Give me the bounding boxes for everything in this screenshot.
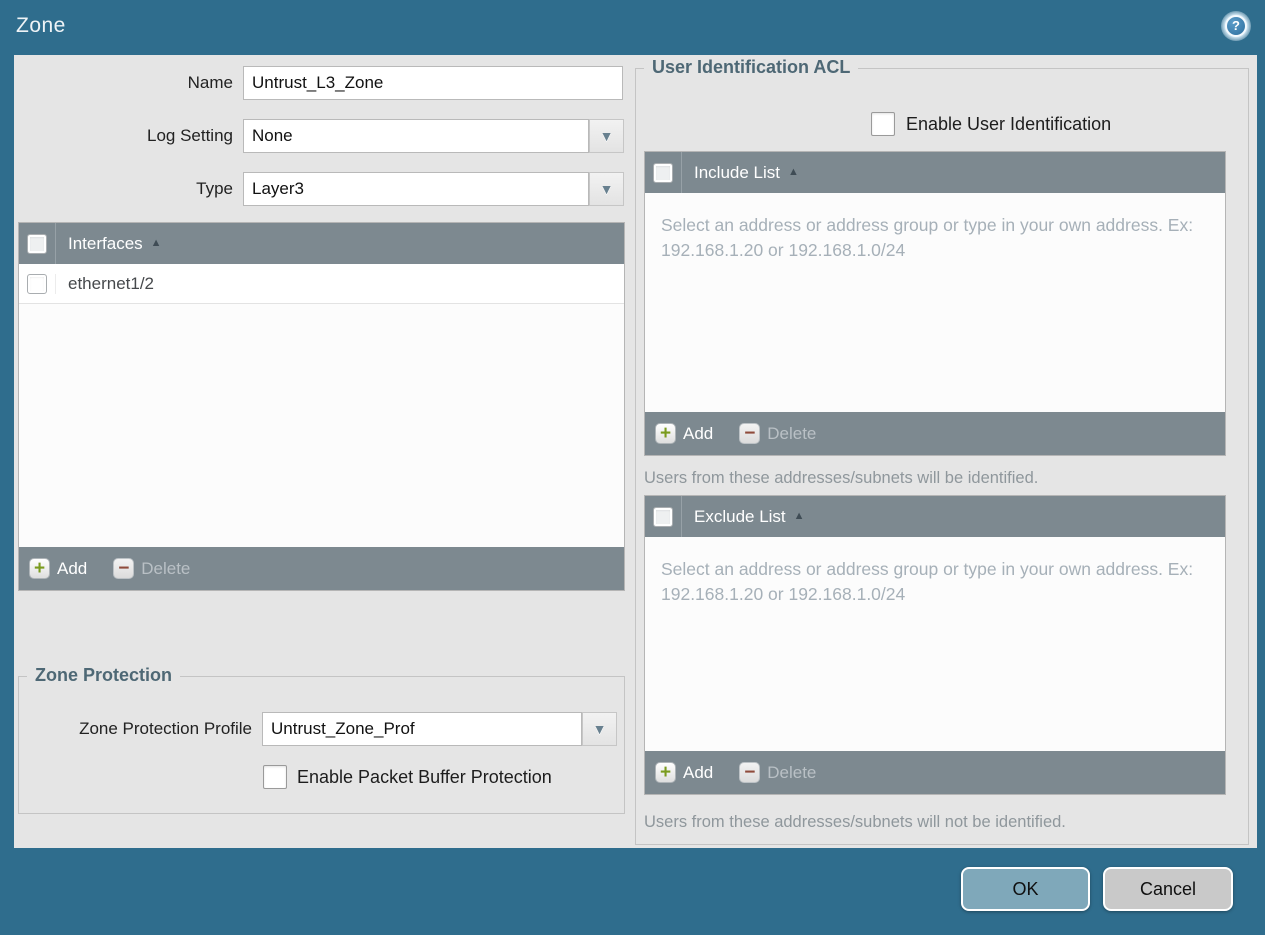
zone-protection-profile-input[interactable]: [262, 712, 582, 746]
dialog-body: Name Log Setting ▼ Type ▼ Interfaces ▲: [14, 55, 1257, 848]
exclude-list-table: Exclude List ▲ Select an address or addr…: [644, 495, 1226, 795]
include-list-header-label[interactable]: Include List: [682, 152, 780, 193]
zone-dialog: Zone ? Name Log Setting ▼ Type ▼ Interfa…: [0, 0, 1265, 935]
include-list-caption: Users from these addresses/subnets will …: [644, 469, 1039, 487]
include-list-header: Include List ▲: [645, 152, 1225, 193]
interfaces-select-all-checkbox[interactable]: [27, 233, 47, 254]
dialog-title: Zone: [16, 14, 66, 37]
enable-packet-buffer-protection-label: Enable Packet Buffer Protection: [297, 767, 552, 787]
user-identification-acl-section: User Identification ACL Enable User Iden…: [635, 57, 1249, 845]
delete-icon: −: [113, 558, 135, 579]
type-label: Type: [196, 179, 233, 198]
add-button[interactable]: + Add: [29, 558, 87, 579]
include-list-table: Include List ▲ Select an address or addr…: [644, 151, 1226, 456]
delete-button[interactable]: − Delete: [739, 423, 816, 444]
add-icon: +: [655, 762, 676, 783]
table-row[interactable]: ethernet1/2: [19, 264, 624, 304]
exclude-list-header-label[interactable]: Exclude List: [682, 496, 786, 537]
add-button[interactable]: + Add: [655, 762, 713, 783]
delete-icon: −: [739, 762, 761, 783]
sort-asc-icon[interactable]: ▲: [794, 496, 805, 537]
enable-packet-buffer-protection-checkbox[interactable]: [263, 765, 287, 789]
chevron-down-icon: ▼: [599, 128, 614, 144]
exclude-list-placeholder: Select an address or address group or ty…: [661, 559, 1194, 604]
enable-user-identification-label: Enable User Identification: [906, 114, 1112, 134]
include-list-footer: + Add − Delete: [645, 412, 1225, 455]
sort-asc-icon[interactable]: ▲: [151, 223, 162, 264]
help-icon: ?: [1225, 15, 1247, 37]
interfaces-table-footer: + Add − Delete: [19, 547, 624, 590]
interfaces-header-label[interactable]: Interfaces: [56, 223, 143, 264]
exclude-list-footer: + Add − Delete: [645, 751, 1225, 794]
interface-name: ethernet1/2: [68, 273, 155, 293]
log-setting-input[interactable]: [243, 119, 589, 153]
name-input[interactable]: [243, 66, 623, 100]
help-button[interactable]: ?: [1221, 11, 1251, 41]
chevron-down-icon: ▼: [599, 181, 614, 197]
zone-protection-legend: Zone Protection: [27, 665, 181, 686]
type-dropdown-button[interactable]: ▼: [589, 172, 624, 206]
include-select-all-checkbox[interactable]: [653, 162, 673, 183]
user-identification-acl-legend: User Identification ACL: [644, 57, 859, 78]
enable-user-identification-checkbox[interactable]: [871, 112, 895, 136]
ok-button[interactable]: OK: [961, 867, 1090, 911]
add-icon: +: [655, 423, 676, 444]
exclude-list-body[interactable]: Select an address or address group or ty…: [645, 537, 1225, 751]
exclude-select-all-checkbox[interactable]: [653, 506, 673, 527]
sort-asc-icon[interactable]: ▲: [788, 152, 799, 193]
name-label: Name: [187, 73, 233, 92]
cancel-button[interactable]: Cancel: [1103, 867, 1233, 911]
exclude-list-header: Exclude List ▲: [645, 496, 1225, 537]
zone-protection-profile-dropdown-button[interactable]: ▼: [582, 712, 617, 746]
delete-button[interactable]: − Delete: [739, 762, 816, 783]
add-icon: +: [29, 558, 50, 579]
delete-button[interactable]: − Delete: [113, 558, 190, 579]
log-setting-dropdown-button[interactable]: ▼: [589, 119, 624, 153]
zone-protection-section: Zone Protection Zone Protection Profile …: [18, 665, 625, 814]
chevron-down-icon: ▼: [592, 721, 607, 737]
zone-protection-profile-label: Zone Protection Profile: [79, 719, 252, 738]
exclude-list-caption: Users from these addresses/subnets will …: [644, 813, 1066, 831]
add-button[interactable]: + Add: [655, 423, 713, 444]
interfaces-table-header: Interfaces ▲: [19, 223, 624, 264]
delete-icon: −: [739, 423, 761, 444]
interfaces-table: Interfaces ▲ ethernet1/2 + Add − Delete: [18, 222, 625, 591]
include-list-placeholder: Select an address or address group or ty…: [661, 215, 1194, 260]
include-list-body[interactable]: Select an address or address group or ty…: [645, 193, 1225, 412]
interfaces-list-body: ethernet1/2: [19, 264, 624, 547]
row-checkbox[interactable]: [27, 273, 47, 294]
log-setting-label: Log Setting: [146, 126, 233, 145]
type-input[interactable]: [243, 172, 589, 206]
